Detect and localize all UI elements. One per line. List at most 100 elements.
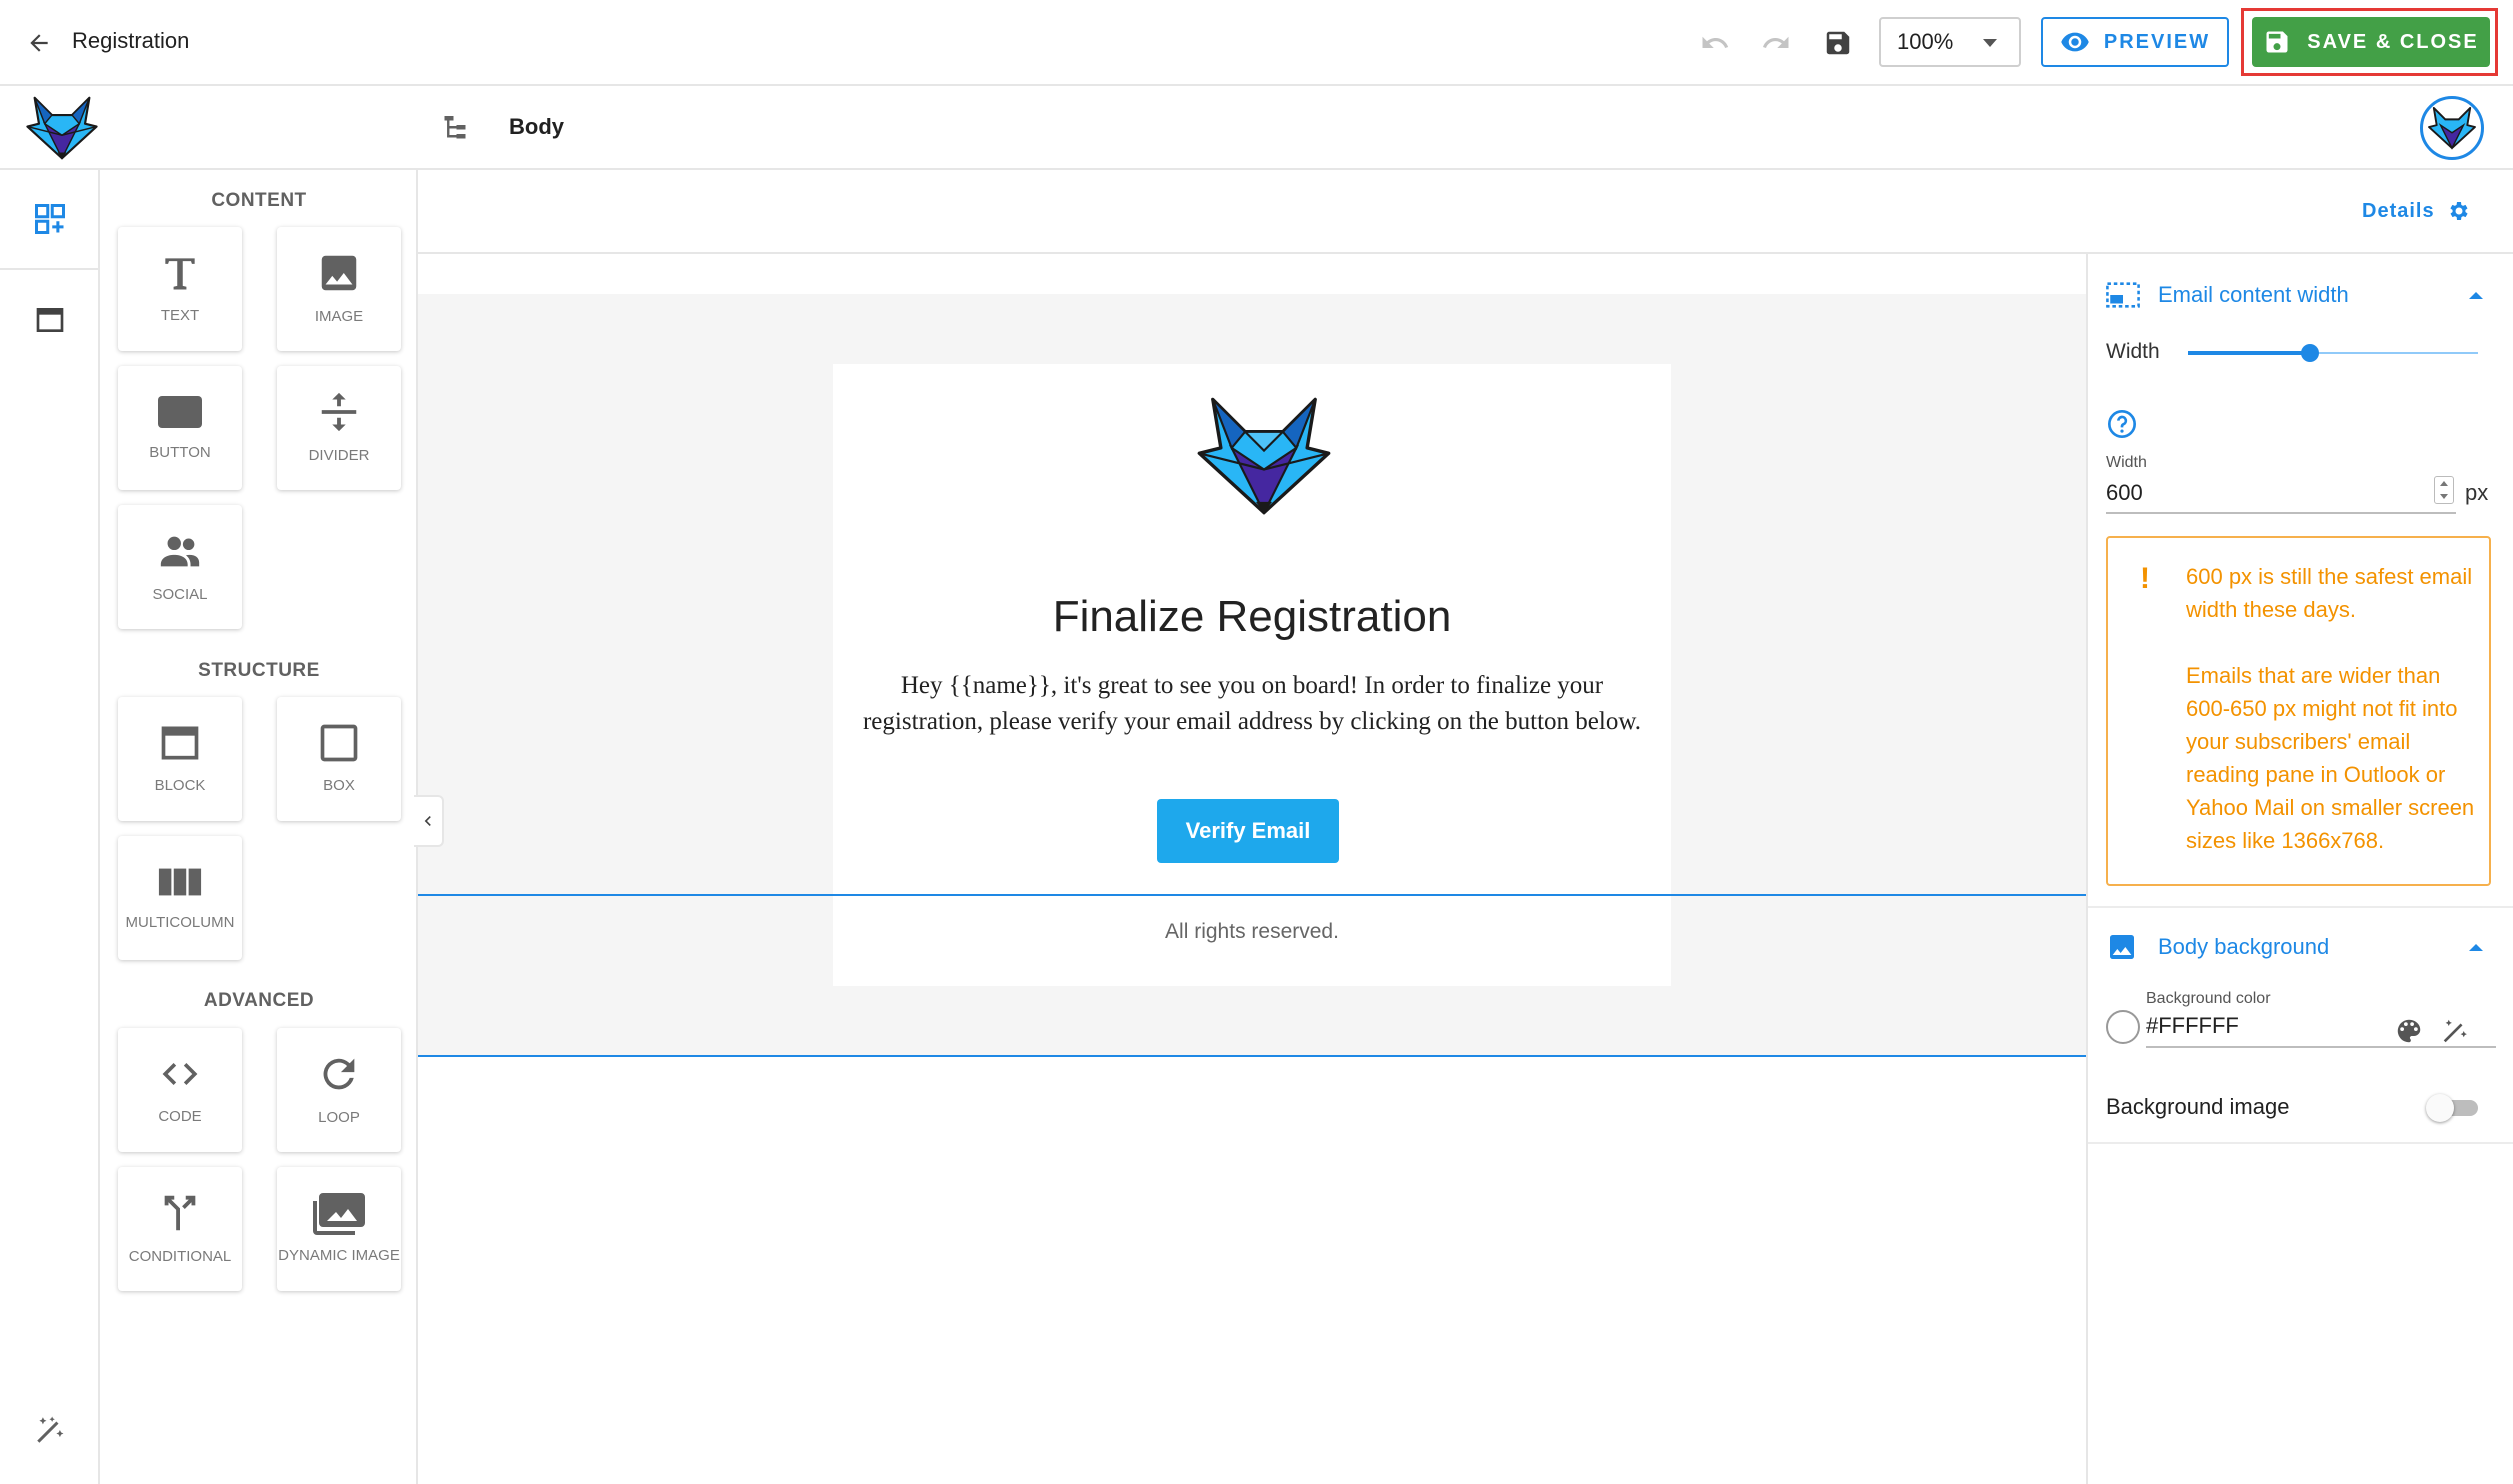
width-field-label: Width: [2106, 454, 2147, 471]
preview-button[interactable]: PREVIEW: [2041, 17, 2229, 67]
element-image-label: IMAGE: [314, 308, 364, 325]
element-social-label: SOCIAL: [152, 586, 208, 603]
email-canvas: Finalize Registration Hey {{name}}, it's…: [418, 254, 2086, 1484]
help-circle-icon[interactable]: [2106, 408, 2138, 440]
top-bar: Registration 100% PREVIEW SAVE & CLOSE: [0, 0, 2513, 86]
element-divider-label: DIVIDER: [308, 447, 370, 464]
element-loop-label: LOOP: [318, 1109, 360, 1126]
divider-icon: [321, 392, 357, 432]
loop-icon: [323, 1058, 355, 1090]
body-background-section-header[interactable]: Body background: [2088, 916, 2513, 978]
breadcrumb[interactable]: Body: [509, 114, 564, 140]
element-divider[interactable]: DIVIDER: [277, 366, 401, 490]
floppy-disk-icon: [1826, 31, 1850, 55]
email-title[interactable]: Finalize Registration: [833, 592, 1671, 642]
dynamic-image-icon: [313, 1193, 365, 1235]
save-draft-button[interactable]: [1817, 22, 1859, 64]
element-block[interactable]: BLOCK: [118, 697, 242, 821]
arrow-left-icon: [30, 34, 48, 52]
width-warning-box: ! 600 px is still the safest email width…: [2106, 536, 2491, 886]
width-slider-fill: [2188, 351, 2310, 355]
toggle-knob: [2426, 1094, 2454, 1122]
canvas-header: [418, 170, 2513, 254]
chevron-left-icon: [424, 816, 431, 826]
details-button[interactable]: Details: [2362, 199, 2471, 223]
width-unit: px: [2465, 480, 2489, 505]
element-conditional[interactable]: CONDITIONAL: [118, 1167, 242, 1291]
social-icon: [160, 536, 200, 567]
element-image[interactable]: IMAGE: [277, 227, 401, 351]
text-icon: [165, 258, 195, 290]
magic-wand-icon[interactable]: [2440, 1016, 2470, 1046]
exclamation-icon: !: [2140, 562, 2150, 595]
verify-email-button[interactable]: Verify Email: [1157, 799, 1339, 863]
element-button[interactable]: BUTTON: [118, 366, 242, 490]
preview-label: PREVIEW: [2103, 30, 2211, 53]
element-button-label: BUTTON: [149, 444, 211, 461]
body-background-title: Body background: [2158, 934, 2330, 959]
element-loop[interactable]: LOOP: [277, 1028, 401, 1152]
element-box-label: BOX: [323, 777, 355, 794]
floppy-disk-icon: [2266, 31, 2288, 53]
background-image-label: Background image: [2106, 1094, 2290, 1119]
section-title-advanced: ADVANCED: [203, 990, 315, 1011]
section-title-structure: STRUCTURE: [198, 660, 320, 681]
fox-logo-icon[interactable]: [1194, 394, 1334, 518]
elements-panel: CONTENT TEXT IMAGE BUTTON DIVIDER SOCIAL…: [100, 170, 418, 1484]
caret-up-icon: [2469, 943, 2483, 951]
zoom-value: 100%: [1897, 29, 1954, 54]
back-button[interactable]: [18, 22, 60, 64]
element-text[interactable]: TEXT: [118, 227, 242, 351]
email-footer-text[interactable]: All rights reserved.: [833, 920, 1671, 944]
element-conditional-label: CONDITIONAL: [128, 1248, 232, 1265]
width-input[interactable]: [2106, 474, 2456, 514]
section-separator: [2088, 1142, 2513, 1144]
element-text-label: TEXT: [160, 307, 200, 324]
eye-icon: [2061, 32, 2089, 52]
width-warning-text: 600 px is still the safest email width t…: [2186, 564, 2475, 853]
rail-layout-tab[interactable]: [0, 270, 100, 370]
block-icon: [161, 726, 199, 760]
details-label: Details: [2362, 199, 2435, 222]
email-body-text[interactable]: Hey {{name}}, it's great to see you on b…: [857, 668, 1647, 740]
redo-button[interactable]: [1755, 22, 1797, 64]
element-box[interactable]: BOX: [277, 697, 401, 821]
collapse-panel-button[interactable]: [414, 795, 444, 847]
settings-panel: Email content width Width Width px ! 600…: [2086, 254, 2513, 1484]
zoom-select[interactable]: 100%: [1879, 17, 2021, 67]
element-multicolumn[interactable]: MULTICOLUMN: [118, 836, 242, 960]
layer-tree-icon[interactable]: [440, 110, 476, 146]
palette-icon[interactable]: [2394, 1016, 2424, 1046]
caret-down-icon: [1983, 39, 1997, 47]
email-content-block[interactable]: Finalize Registration Hey {{name}}, it's…: [833, 364, 1671, 986]
rail-magic-tab[interactable]: [0, 1380, 100, 1480]
image-icon: [321, 255, 357, 291]
element-dynamic-image[interactable]: DYNAMIC IMAGE: [277, 1167, 401, 1291]
user-avatar[interactable]: [2420, 96, 2484, 160]
gear-icon: [2449, 202, 2468, 220]
background-image-toggle[interactable]: [2426, 1092, 2482, 1122]
save-close-label: SAVE & CLOSE: [2307, 30, 2479, 53]
section-title-content: CONTENT: [211, 190, 307, 211]
magic-wand-icon: [37, 1416, 64, 1443]
fox-logo-icon: [26, 96, 98, 160]
width-stepper[interactable]: [2434, 476, 2454, 504]
element-code[interactable]: CODE: [118, 1028, 242, 1152]
section-separator: [2088, 906, 2513, 908]
rail-elements-tab[interactable]: [0, 170, 100, 270]
content-width-title: Email content width: [2158, 282, 2349, 307]
element-social[interactable]: SOCIAL: [118, 505, 242, 629]
save-close-button[interactable]: SAVE & CLOSE: [2252, 17, 2490, 67]
button-icon: [158, 396, 202, 428]
element-block-label: BLOCK: [154, 777, 206, 794]
background-color-swatch[interactable]: [2106, 1010, 2140, 1044]
undo-button[interactable]: [1694, 22, 1736, 64]
editor-sub-bar: Body: [0, 86, 2513, 170]
width-icon: [2106, 282, 2140, 308]
email-body-area[interactable]: Finalize Registration Hey {{name}}, it's…: [418, 294, 2086, 1056]
undo-icon: [1702, 36, 1729, 48]
code-icon: [162, 1063, 198, 1085]
width-slider-thumb[interactable]: [2300, 344, 2319, 362]
element-dynamic-image-label: DYNAMIC IMAGE: [278, 1247, 400, 1264]
content-width-section-header[interactable]: Email content width: [2088, 264, 2513, 326]
